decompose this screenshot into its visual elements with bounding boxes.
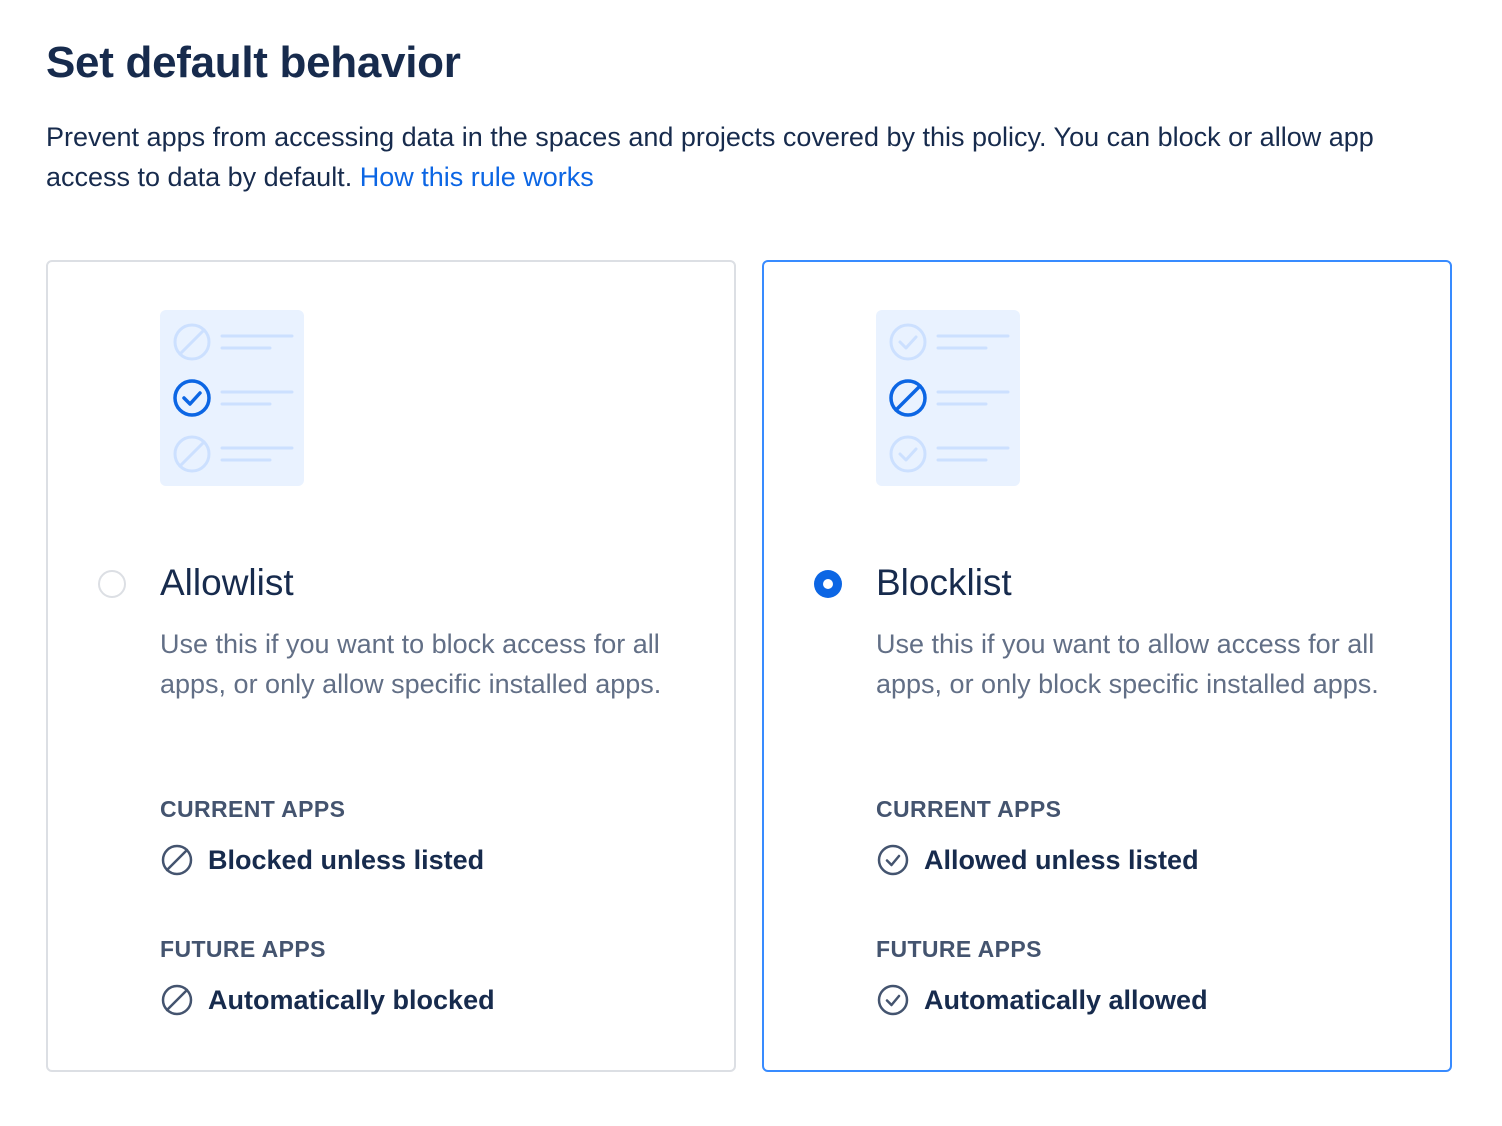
check-circle-icon bbox=[877, 984, 909, 1016]
blocklist-current-apps-value: Allowed unless listed bbox=[924, 844, 1199, 875]
allowlist-future-apps-value: Automatically blocked bbox=[208, 984, 495, 1015]
future-apps-label: FUTURE APPS bbox=[160, 936, 326, 962]
blocklist-illustration bbox=[876, 310, 1020, 486]
blocklist-option-card[interactable]: Blocklist Use this if you want to allow … bbox=[762, 260, 1452, 1072]
current-apps-label: CURRENT APPS bbox=[160, 796, 346, 822]
allowlist-radio[interactable] bbox=[98, 570, 126, 598]
current-apps-label: CURRENT APPS bbox=[876, 796, 1062, 822]
blocklist-description: Use this if you want to allow access for… bbox=[876, 629, 1379, 699]
check-circle-icon bbox=[877, 844, 909, 876]
allowlist-option-card[interactable]: Allowlist Use this if you want to block … bbox=[46, 260, 736, 1072]
blocklist-current-apps-status: Allowed unless listed bbox=[876, 842, 1199, 878]
how-this-rule-works-link[interactable]: How this rule works bbox=[360, 162, 594, 192]
description-text: Prevent apps from accessing data in the … bbox=[46, 122, 1374, 192]
allowlist-current-apps-status: Blocked unless listed bbox=[160, 842, 484, 878]
blocked-icon bbox=[161, 844, 193, 876]
allowlist-description: Use this if you want to block access for… bbox=[160, 629, 662, 699]
allowlist-title: Allowlist bbox=[160, 562, 294, 603]
blocklist-radio[interactable] bbox=[814, 570, 842, 598]
allowlist-future-apps-status: Automatically blocked bbox=[160, 982, 495, 1018]
page-description: Prevent apps from accessing data in the … bbox=[46, 117, 1446, 197]
blocklist-title: Blocklist bbox=[876, 562, 1012, 603]
blocklist-future-apps-status: Automatically allowed bbox=[876, 982, 1208, 1018]
allowlist-illustration bbox=[160, 310, 304, 486]
page-title: Set default behavior bbox=[46, 38, 461, 87]
blocklist-future-apps-value: Automatically allowed bbox=[924, 984, 1208, 1015]
blocked-icon bbox=[161, 984, 193, 1016]
future-apps-label: FUTURE APPS bbox=[876, 936, 1042, 962]
allowlist-current-apps-value: Blocked unless listed bbox=[208, 844, 485, 875]
